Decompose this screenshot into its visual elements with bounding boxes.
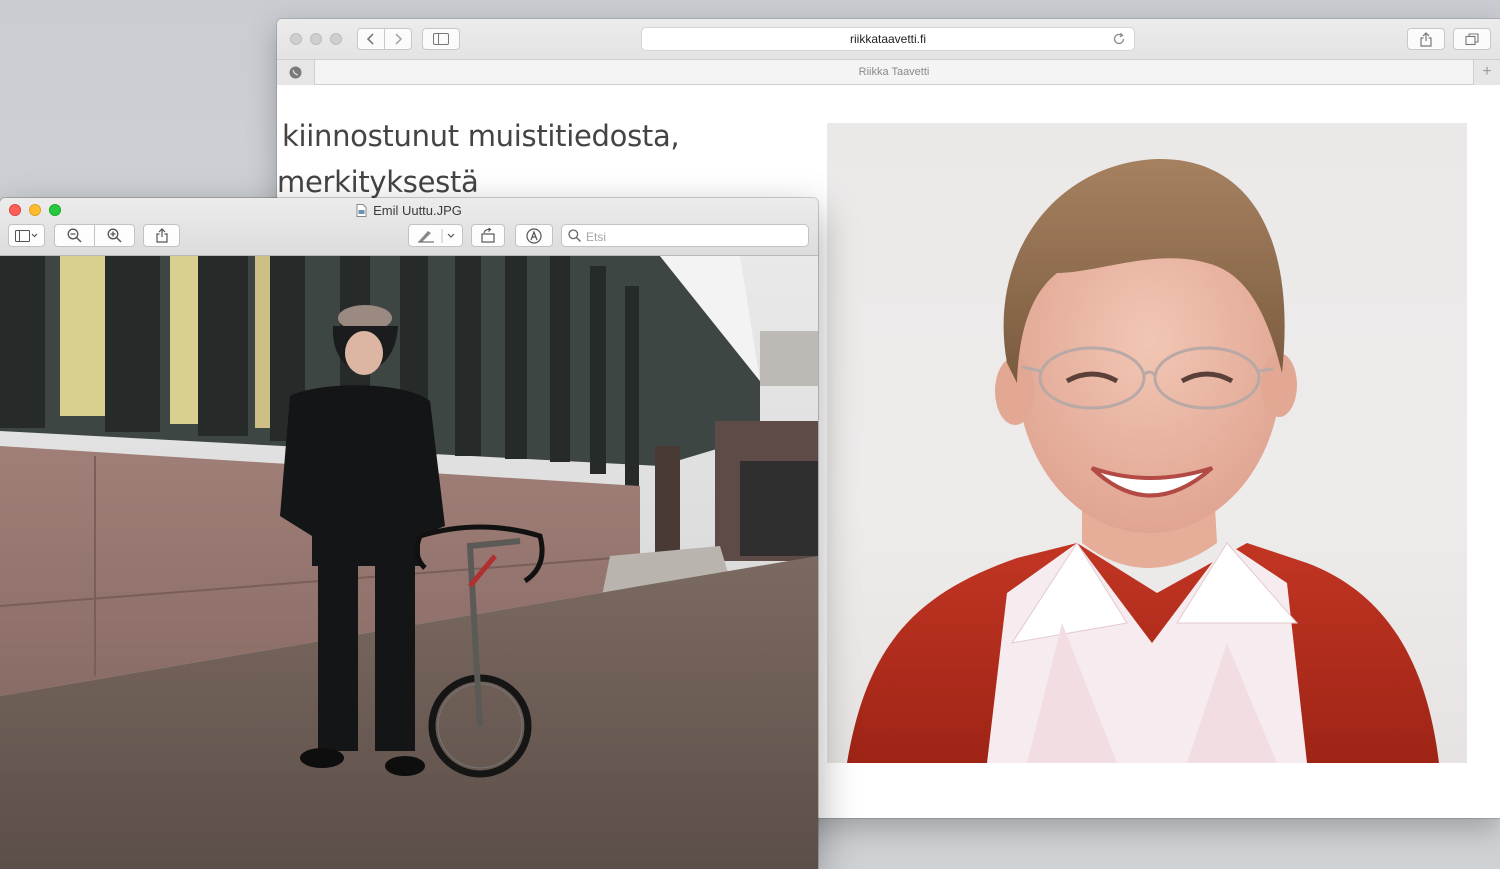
zoom-out-icon <box>67 228 82 243</box>
search-field[interactable] <box>561 224 809 247</box>
address-bar[interactable]: riikkataavetti.fi <box>641 27 1135 51</box>
sidebar-icon <box>433 33 449 45</box>
sidebar-view-button[interactable] <box>8 224 45 247</box>
url-text: riikkataavetti.fi <box>849 32 927 46</box>
safari-toolbar: riikkataavetti.fi <box>277 19 1500 59</box>
tab-bar: Riikka Taavetti + <box>277 59 1500 85</box>
zoom-out-button[interactable] <box>54 224 95 247</box>
window-title: Emil Uuttu.JPG <box>0 203 818 218</box>
rotate-icon <box>481 228 495 243</box>
rotate-button[interactable] <box>471 224 505 247</box>
share-button[interactable] <box>1407 28 1445 50</box>
share-icon <box>1420 31 1432 47</box>
tab-overview-button[interactable] <box>1453 28 1491 50</box>
reload-icon[interactable] <box>1112 32 1126 46</box>
pen-icon <box>417 228 454 243</box>
chevron-right-icon <box>395 33 403 45</box>
safari-zoom-button[interactable] <box>330 33 342 45</box>
portrait-photo <box>827 123 1467 763</box>
chevron-left-icon <box>366 33 374 45</box>
tab-riikka-taavetti[interactable]: Riikka Taavetti <box>315 60 1473 85</box>
markup-pen-button[interactable] <box>408 224 463 247</box>
page-text-line-1: kiinnostunut muistitiedosta, <box>282 119 680 153</box>
zoom-in-icon <box>107 228 122 243</box>
tabs-icon <box>1465 32 1479 45</box>
jpg-file-icon <box>356 204 367 217</box>
markup-icon <box>526 227 542 244</box>
safari-close-button[interactable] <box>290 33 302 45</box>
cyclist-photo <box>0 256 818 869</box>
photo-illustration <box>0 256 818 869</box>
portrait-illustration <box>847 158 1439 763</box>
page-text: kiinnostunut muistitiedosta, merkitykses… <box>277 113 797 205</box>
whatsapp-icon <box>289 66 302 79</box>
preview-window: Emil Uuttu.JPG <box>0 198 818 869</box>
pinned-tab[interactable] <box>277 60 315 85</box>
new-tab-button[interactable]: + <box>1473 60 1500 85</box>
share-icon <box>155 228 168 243</box>
preview-toolbar: Emil Uuttu.JPG <box>0 198 818 256</box>
safari-minimize-button[interactable] <box>310 33 322 45</box>
sidebar-toggle-button[interactable] <box>422 28 460 50</box>
sidebar-icon <box>14 229 37 242</box>
back-button[interactable] <box>357 28 385 50</box>
filename: Emil Uuttu.JPG <box>373 203 462 218</box>
markup-toolbar-button[interactable] <box>515 224 553 247</box>
search-input[interactable] <box>584 226 806 247</box>
zoom-in-button[interactable] <box>94 224 135 247</box>
search-icon <box>568 229 581 242</box>
forward-button[interactable] <box>384 28 412 50</box>
share-button[interactable] <box>143 224 180 247</box>
